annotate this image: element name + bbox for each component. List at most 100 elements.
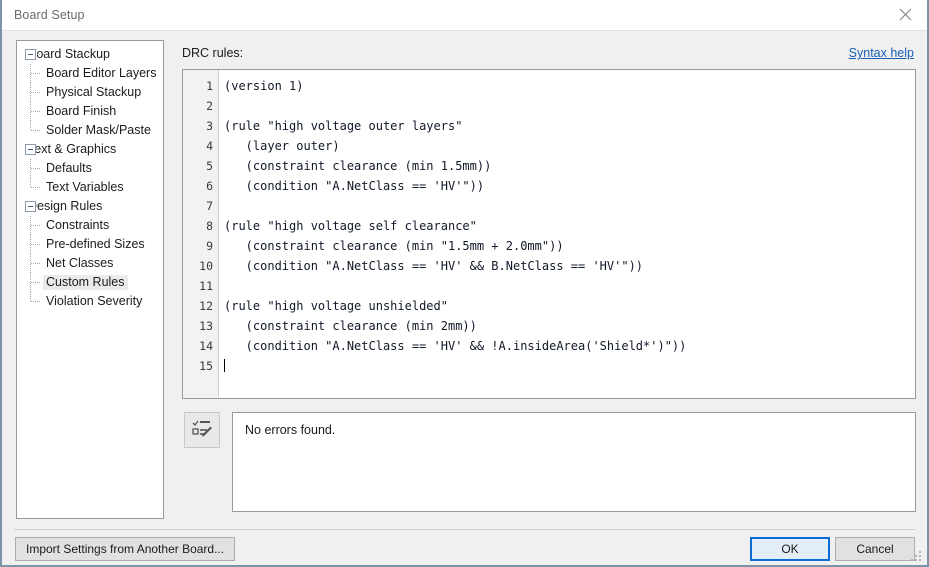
ok-button[interactable]: OK [750, 537, 830, 561]
board-setup-dialog: Board Setup Board Stackup Board Editor La… [0, 0, 929, 567]
sidebar-item-label: Net Classes [46, 256, 114, 270]
tree-connector [31, 111, 41, 112]
line-number: 14 [199, 339, 213, 353]
tree-connector [37, 206, 47, 207]
code-line: (condition "A.NetClass == 'HV' && !A.ins… [224, 336, 915, 356]
settings-tree[interactable]: Board Stackup Board Editor Layers Physical… [16, 40, 164, 519]
line-number: 11 [199, 279, 213, 293]
errors-panel: No errors found. [232, 412, 916, 512]
code-line: (layer outer) [224, 136, 915, 156]
line-number: 3 [206, 119, 213, 133]
line-number: 6 [206, 179, 213, 193]
tree-connector [31, 73, 41, 74]
tree-connector [31, 301, 41, 302]
sidebar-item-label: Solder Mask/Paste [46, 123, 151, 137]
sidebar-item-design-rules[interactable]: Design Rules [17, 197, 163, 216]
code-line-text: (condition "A.NetClass == 'HV'")) [224, 179, 485, 193]
sidebar-item-label: Physical Stackup [46, 85, 142, 99]
footer-divider [14, 529, 915, 530]
footer-bar: Import Settings from Another Board... OK… [2, 531, 927, 565]
sidebar-item-net-classes[interactable]: Net Classes [17, 254, 163, 273]
sidebar-item-label: Violation Severity [46, 294, 143, 308]
code-line-text: (rule "high voltage outer layers" [224, 119, 463, 133]
line-number: 7 [206, 199, 213, 213]
code-area[interactable]: (version 1) (rule "high voltage outer lay… [219, 70, 915, 398]
code-line-text: (constraint clearance (min "1.5mm + 2.0m… [224, 239, 564, 253]
line-number: 10 [199, 259, 213, 273]
resize-grip[interactable] [911, 551, 923, 563]
code-line-text: (condition "A.NetClass == 'HV' && B.NetC… [224, 259, 644, 273]
tree-expander-icon[interactable] [25, 201, 36, 212]
tree-connector [31, 225, 41, 226]
line-number-gutter: 1 2 3 4 5 6 7 8 9 10 11 12 13 14 15 [183, 70, 219, 398]
code-line: (constraint clearance (min 2mm)) [224, 316, 915, 336]
custom-rules-pane: DRC rules: Syntax help 1 2 3 4 5 6 7 8 9 10 11 12 13… [180, 40, 916, 565]
line-number: 12 [199, 299, 213, 313]
code-line-text: (constraint clearance (min 1.5mm)) [224, 159, 492, 173]
code-line: (constraint clearance (min 1.5mm)) [224, 156, 915, 176]
tree-connector [31, 244, 41, 245]
import-settings-button[interactable]: Import Settings from Another Board... [15, 537, 236, 561]
sidebar-item-label: Defaults [46, 161, 92, 175]
window-title: Board Setup [14, 8, 85, 22]
line-number: 1 [206, 79, 213, 93]
code-line-text: (rule "high voltage unshielded" [224, 299, 448, 313]
tree-connector [31, 282, 41, 283]
sidebar-item-defaults[interactable]: Defaults [17, 159, 163, 178]
code-line: (rule "high voltage unshielded" [224, 296, 915, 316]
line-number: 9 [206, 239, 213, 253]
code-line-text: (constraint clearance (min 2mm)) [224, 319, 477, 333]
code-line-text: (version 1) [224, 79, 304, 93]
tree-connector [37, 149, 47, 150]
code-line: (rule "high voltage self clearance" [224, 216, 915, 236]
sidebar-item-custom-rules[interactable]: Custom Rules [17, 273, 163, 292]
sidebar-item-pre-defined-sizes[interactable]: Pre-defined Sizes [17, 235, 163, 254]
sidebar-item-violation-severity[interactable]: Violation Severity [17, 292, 163, 311]
line-number: 13 [199, 319, 213, 333]
line-number: 5 [206, 159, 213, 173]
tree-expander-icon[interactable] [25, 144, 36, 155]
sidebar-item-physical-stackup[interactable]: Physical Stackup [17, 83, 163, 102]
line-number: 4 [206, 139, 213, 153]
code-line [224, 356, 915, 376]
sidebar-item-text-variables[interactable]: Text Variables [17, 178, 163, 197]
sidebar-item-label: Board Finish [46, 104, 117, 118]
status-row: No errors found. [182, 412, 916, 512]
code-line: (rule "high voltage outer layers" [224, 116, 915, 136]
code-line: (constraint clearance (min "1.5mm + 2.0m… [224, 236, 915, 256]
sidebar-item-board-finish[interactable]: Board Finish [17, 102, 163, 121]
syntax-help-link[interactable]: Syntax help [849, 46, 914, 60]
tree-connector [31, 187, 41, 188]
code-line-text: (rule "high voltage self clearance" [224, 219, 477, 233]
tree-connector [37, 54, 47, 55]
tree-connector [31, 92, 41, 93]
code-line: (version 1) [224, 76, 915, 96]
title-bar: Board Setup [2, 0, 927, 31]
line-number: 8 [206, 219, 213, 233]
code-line-text: (condition "A.NetClass == 'HV' && !A.ins… [224, 339, 687, 353]
rules-editor[interactable]: 1 2 3 4 5 6 7 8 9 10 11 12 13 14 15 (version 1) (rule "… [182, 69, 916, 399]
line-number: 2 [206, 99, 213, 113]
errors-message: No errors found. [245, 423, 336, 437]
tree-connector [31, 168, 41, 169]
drc-rules-label: DRC rules: [182, 46, 244, 60]
sidebar-item-solder-mask-paste[interactable]: Solder Mask/Paste [17, 121, 163, 140]
tree-connector [31, 263, 41, 264]
sidebar-item-constraints[interactable]: Constraints [17, 216, 163, 235]
close-button[interactable] [883, 0, 927, 29]
tree-expander-icon[interactable] [25, 49, 36, 60]
sidebar-item-text-graphics[interactable]: Text & Graphics [17, 140, 163, 159]
sidebar-item-label: Board Editor Layers [46, 66, 157, 80]
line-number: 15 [199, 359, 213, 373]
sidebar-item-label: Pre-defined Sizes [46, 237, 145, 251]
sidebar-item-board-stackup[interactable]: Board Stackup [17, 45, 163, 64]
sidebar-item-label: Custom Rules [43, 275, 128, 290]
cancel-button[interactable]: Cancel [835, 537, 915, 561]
check-rules-button[interactable] [184, 412, 220, 448]
sidebar-item-board-editor-layers[interactable]: Board Editor Layers [17, 64, 163, 83]
code-line: (condition "A.NetClass == 'HV' && B.NetC… [224, 256, 915, 276]
sidebar-item-label: Text Variables [46, 180, 124, 194]
